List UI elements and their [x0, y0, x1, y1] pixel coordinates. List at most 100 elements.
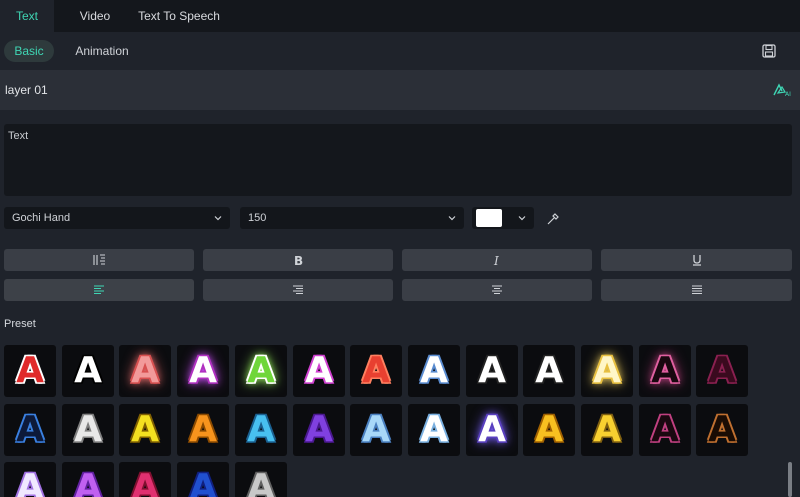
italic-icon: I — [493, 254, 499, 266]
preset-letter: A — [420, 409, 448, 450]
align-center-icon — [492, 285, 502, 294]
preset-letter: A — [16, 350, 44, 391]
tab-text-to-speech[interactable]: Text To Speech — [132, 0, 226, 32]
preset-tile[interactable]: A — [581, 404, 633, 456]
preset-tile[interactable]: A — [696, 404, 748, 456]
align-right-button[interactable] — [203, 279, 393, 301]
svg-text:I: I — [493, 254, 499, 266]
preset-letter: A — [535, 350, 563, 391]
preset-tile[interactable]: A — [293, 404, 345, 456]
preset-letter: A — [189, 350, 217, 391]
font-family-select[interactable]: Gochi Hand — [4, 207, 230, 229]
bold-button[interactable]: B — [203, 249, 393, 271]
eyedropper-icon[interactable] — [546, 212, 560, 226]
save-icon[interactable] — [762, 44, 776, 58]
preset-tile[interactable]: A — [466, 345, 518, 397]
font-size-select[interactable]: 150 — [240, 207, 464, 229]
preset-tile[interactable]: A — [119, 462, 171, 497]
ai-text-icon[interactable]: AI — [772, 82, 792, 98]
preset-tile[interactable]: A — [235, 404, 287, 456]
align-justify-icon — [691, 285, 702, 294]
preset-letter: A — [305, 409, 333, 450]
preset-letter: A — [131, 409, 159, 450]
align-right-icon — [293, 285, 303, 294]
align-center-button[interactable] — [402, 279, 592, 301]
align-justify-button[interactable] — [601, 279, 792, 301]
chevron-down-icon — [214, 216, 222, 221]
preset-tile[interactable]: A — [696, 345, 748, 397]
layer-name: layer 01 — [5, 83, 48, 97]
preset-letter: A — [16, 467, 44, 497]
preset-letter: A — [708, 350, 736, 391]
preset-letter: A — [131, 467, 159, 497]
preset-letter: A — [362, 409, 390, 450]
align-left-button[interactable] — [4, 279, 194, 301]
vertical-scrollbar[interactable] — [788, 462, 792, 497]
preset-tile[interactable]: A — [235, 462, 287, 497]
preset-tile[interactable]: A — [119, 404, 171, 456]
preset-tile[interactable]: A — [523, 345, 575, 397]
align-left-icon — [94, 285, 104, 294]
preset-tile[interactable]: A — [62, 404, 114, 456]
preset-tile[interactable]: A — [235, 345, 287, 397]
preset-letter: A — [362, 350, 390, 391]
preset-letter: A — [305, 350, 333, 391]
preset-tile[interactable]: A — [177, 345, 229, 397]
preset-tile[interactable]: A — [4, 345, 56, 397]
preset-tile[interactable]: A — [523, 404, 575, 456]
layer-bar: layer 01 — [0, 70, 800, 110]
chevron-down-icon — [518, 216, 526, 221]
preset-tile[interactable]: A — [62, 462, 114, 497]
preset-tile[interactable]: A — [350, 345, 402, 397]
text-columns-button[interactable] — [4, 249, 194, 271]
subtab-bar: Basic Animation — [0, 32, 800, 70]
svg-text:AI: AI — [785, 91, 791, 98]
chevron-down-icon — [448, 216, 456, 221]
font-family-value: Gochi Hand — [12, 212, 71, 224]
preset-tile[interactable]: A — [408, 345, 460, 397]
svg-text:B: B — [294, 254, 303, 266]
preset-tile[interactable]: A — [177, 404, 229, 456]
text-content-input[interactable]: Text — [4, 124, 792, 196]
font-color-swatch[interactable] — [476, 209, 502, 227]
italic-button[interactable]: I — [402, 249, 592, 271]
preset-tile[interactable]: A — [62, 345, 114, 397]
preset-letter: A — [535, 409, 563, 450]
preset-letter: A — [593, 350, 621, 391]
preset-letter: A — [478, 350, 506, 391]
underline-icon — [692, 255, 701, 266]
top-tab-bar: Text Video Text To Speech — [0, 0, 800, 32]
preset-label: Preset — [4, 318, 36, 330]
preset-tile[interactable]: A — [4, 462, 56, 497]
preset-tile[interactable]: A — [119, 345, 171, 397]
preset-letter: A — [74, 409, 102, 450]
preset-tile[interactable]: A — [639, 345, 691, 397]
preset-letter: A — [74, 467, 102, 497]
preset-tile[interactable]: A — [293, 345, 345, 397]
bold-icon: B — [294, 254, 303, 266]
preset-tile[interactable]: A — [466, 404, 518, 456]
columns-icon — [93, 254, 105, 265]
underline-button[interactable] — [601, 249, 792, 271]
preset-letter: A — [74, 350, 102, 391]
subtab-animation[interactable]: Animation — [66, 40, 138, 62]
preset-letter: A — [593, 409, 621, 450]
preset-letter: A — [189, 467, 217, 497]
preset-letter: A — [189, 409, 217, 450]
preset-letter: A — [478, 409, 506, 450]
preset-tile[interactable]: A — [350, 404, 402, 456]
preset-letter: A — [708, 409, 736, 450]
tab-text[interactable]: Text — [0, 0, 54, 32]
font-size-value: 150 — [248, 212, 267, 224]
preset-tile[interactable]: A — [408, 404, 460, 456]
preset-tile[interactable]: A — [177, 462, 229, 497]
preset-letter: A — [247, 467, 275, 497]
preset-letter: A — [651, 409, 679, 450]
preset-tile[interactable]: A — [639, 404, 691, 456]
preset-tile[interactable]: A — [4, 404, 56, 456]
preset-tile[interactable]: A — [581, 345, 633, 397]
tab-video[interactable]: Video — [66, 0, 124, 32]
preset-letter: A — [247, 350, 275, 391]
preset-letter: A — [16, 409, 44, 450]
subtab-basic[interactable]: Basic — [4, 40, 54, 62]
